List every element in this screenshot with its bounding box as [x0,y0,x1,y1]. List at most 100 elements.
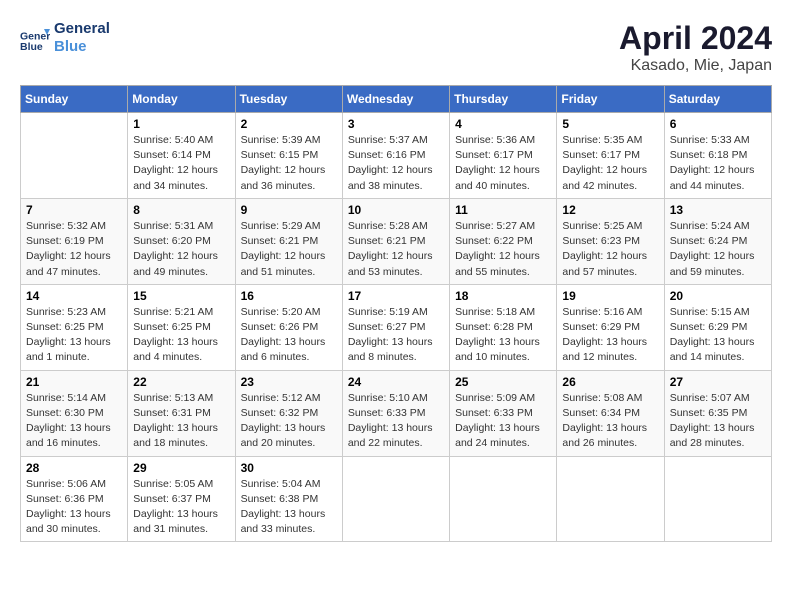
day-info: Sunrise: 5:14 AMSunset: 6:30 PMDaylight:… [26,391,122,452]
calendar-cell: 19 Sunrise: 5:16 AMSunset: 6:29 PMDayligh… [557,284,664,370]
calendar-cell: 21 Sunrise: 5:14 AMSunset: 6:30 PMDayligh… [21,370,128,456]
week-row-5: 28 Sunrise: 5:06 AMSunset: 6:36 PMDayligh… [21,456,772,542]
day-number: 9 [241,203,337,217]
week-row-1: 1 Sunrise: 5:40 AMSunset: 6:14 PMDaylight… [21,113,772,199]
day-number: 13 [670,203,766,217]
day-number: 21 [26,375,122,389]
day-info: Sunrise: 5:29 AMSunset: 6:21 PMDaylight:… [241,219,337,280]
calendar-cell: 3 Sunrise: 5:37 AMSunset: 6:16 PMDaylight… [342,113,449,199]
calendar-cell: 4Sunrise: 5:36 AMSunset: 6:17 PMDaylight… [450,113,557,199]
svg-text:Blue: Blue [20,41,43,53]
week-row-3: 14Sunrise: 5:23 AMSunset: 6:25 PMDayligh… [21,284,772,370]
day-number: 4 [455,117,551,131]
calendar-body: 1 Sunrise: 5:40 AMSunset: 6:14 PMDaylight… [21,113,772,542]
day-info: Sunrise: 5:23 AMSunset: 6:25 PMDaylight:… [26,305,122,366]
day-number: 23 [241,375,337,389]
day-info: Sunrise: 5:07 AMSunset: 6:35 PMDaylight:… [670,391,766,452]
day-info: Sunrise: 5:33 AMSunset: 6:18 PMDaylight:… [670,133,766,194]
weekday-header-row: SundayMondayTuesdayWednesdayThursdayFrid… [21,86,772,113]
calendar-cell: 6 Sunrise: 5:33 AMSunset: 6:18 PMDaylight… [664,113,771,199]
day-number: 19 [562,289,658,303]
weekday-thursday: Thursday [450,86,557,113]
calendar-cell: 8 Sunrise: 5:31 AMSunset: 6:20 PMDaylight… [128,198,235,284]
calendar-cell: 20 Sunrise: 5:15 AMSunset: 6:29 PMDayligh… [664,284,771,370]
calendar-cell: 27 Sunrise: 5:07 AMSunset: 6:35 PMDayligh… [664,370,771,456]
calendar-cell: 17Sunrise: 5:19 AMSunset: 6:27 PMDayligh… [342,284,449,370]
day-info: Sunrise: 5:05 AMSunset: 6:37 PMDaylight:… [133,477,229,538]
calendar-cell: 23 Sunrise: 5:12 AMSunset: 6:32 PMDayligh… [235,370,342,456]
day-number: 17 [348,289,444,303]
day-info: Sunrise: 5:31 AMSunset: 6:20 PMDaylight:… [133,219,229,280]
day-info: Sunrise: 5:20 AMSunset: 6:26 PMDaylight:… [241,305,337,366]
day-number: 1 [133,117,229,131]
weekday-tuesday: Tuesday [235,86,342,113]
day-number: 22 [133,375,229,389]
calendar-cell: 10 Sunrise: 5:28 AMSunset: 6:21 PMDayligh… [342,198,449,284]
calendar-cell: 18 Sunrise: 5:18 AMSunset: 6:28 PMDayligh… [450,284,557,370]
logo-icon: General Blue [20,23,50,53]
day-number: 11 [455,203,551,217]
day-info: Sunrise: 5:40 AMSunset: 6:14 PMDaylight:… [133,133,229,194]
day-number: 3 [348,117,444,131]
logo-line2: Blue [54,38,110,56]
day-info: Sunrise: 5:21 AMSunset: 6:25 PMDaylight:… [133,305,229,366]
day-number: 2 [241,117,337,131]
calendar-cell [664,456,771,542]
week-row-2: 7 Sunrise: 5:32 AMSunset: 6:19 PMDaylight… [21,198,772,284]
day-number: 6 [670,117,766,131]
day-info: Sunrise: 5:09 AMSunset: 6:33 PMDaylight:… [455,391,551,452]
day-info: Sunrise: 5:25 AMSunset: 6:23 PMDaylight:… [562,219,658,280]
day-info: Sunrise: 5:12 AMSunset: 6:32 PMDaylight:… [241,391,337,452]
day-number: 5 [562,117,658,131]
calendar-cell [450,456,557,542]
calendar-cell: 13 Sunrise: 5:24 AMSunset: 6:24 PMDayligh… [664,198,771,284]
day-number: 18 [455,289,551,303]
day-info: Sunrise: 5:32 AMSunset: 6:19 PMDaylight:… [26,219,122,280]
calendar-cell [342,456,449,542]
calendar-cell: 11Sunrise: 5:27 AMSunset: 6:22 PMDayligh… [450,198,557,284]
calendar-cell: 2Sunrise: 5:39 AMSunset: 6:15 PMDaylight… [235,113,342,199]
day-number: 8 [133,203,229,217]
day-number: 30 [241,461,337,475]
day-number: 16 [241,289,337,303]
calendar-cell: 14Sunrise: 5:23 AMSunset: 6:25 PMDayligh… [21,284,128,370]
day-info: Sunrise: 5:06 AMSunset: 6:36 PMDaylight:… [26,477,122,538]
day-info: Sunrise: 5:37 AMSunset: 6:16 PMDaylight:… [348,133,444,194]
calendar-cell: 29 Sunrise: 5:05 AMSunset: 6:37 PMDayligh… [128,456,235,542]
calendar-cell: 22 Sunrise: 5:13 AMSunset: 6:31 PMDayligh… [128,370,235,456]
calendar-cell: 5Sunrise: 5:35 AMSunset: 6:17 PMDaylight… [557,113,664,199]
calendar-cell: 15 Sunrise: 5:21 AMSunset: 6:25 PMDayligh… [128,284,235,370]
logo: General Blue General Blue [20,20,110,56]
day-info: Sunrise: 5:16 AMSunset: 6:29 PMDaylight:… [562,305,658,366]
day-number: 10 [348,203,444,217]
day-info: Sunrise: 5:10 AMSunset: 6:33 PMDaylight:… [348,391,444,452]
day-number: 27 [670,375,766,389]
day-info: Sunrise: 5:04 AMSunset: 6:38 PMDaylight:… [241,477,337,538]
month-title: April 2024 [619,20,772,57]
weekday-monday: Monday [128,86,235,113]
week-row-4: 21 Sunrise: 5:14 AMSunset: 6:30 PMDayligh… [21,370,772,456]
calendar-cell [557,456,664,542]
day-number: 7 [26,203,122,217]
calendar-cell: 24Sunrise: 5:10 AMSunset: 6:33 PMDayligh… [342,370,449,456]
weekday-saturday: Saturday [664,86,771,113]
calendar-cell: 12Sunrise: 5:25 AMSunset: 6:23 PMDayligh… [557,198,664,284]
calendar-cell: 7 Sunrise: 5:32 AMSunset: 6:19 PMDaylight… [21,198,128,284]
day-number: 15 [133,289,229,303]
day-info: Sunrise: 5:08 AMSunset: 6:34 PMDaylight:… [562,391,658,452]
title-area: April 2024 Kasado, Mie, Japan [619,20,772,75]
calendar-cell: 25Sunrise: 5:09 AMSunset: 6:33 PMDayligh… [450,370,557,456]
calendar-cell: 28 Sunrise: 5:06 AMSunset: 6:36 PMDayligh… [21,456,128,542]
day-number: 29 [133,461,229,475]
day-number: 20 [670,289,766,303]
day-info: Sunrise: 5:15 AMSunset: 6:29 PMDaylight:… [670,305,766,366]
day-number: 28 [26,461,122,475]
day-info: Sunrise: 5:28 AMSunset: 6:21 PMDaylight:… [348,219,444,280]
day-info: Sunrise: 5:18 AMSunset: 6:28 PMDaylight:… [455,305,551,366]
day-info: Sunrise: 5:24 AMSunset: 6:24 PMDaylight:… [670,219,766,280]
day-info: Sunrise: 5:13 AMSunset: 6:31 PMDaylight:… [133,391,229,452]
weekday-friday: Friday [557,86,664,113]
logo-line1: General [54,20,110,38]
weekday-wednesday: Wednesday [342,86,449,113]
page-header: General Blue General Blue April 2024 Kas… [20,20,772,75]
